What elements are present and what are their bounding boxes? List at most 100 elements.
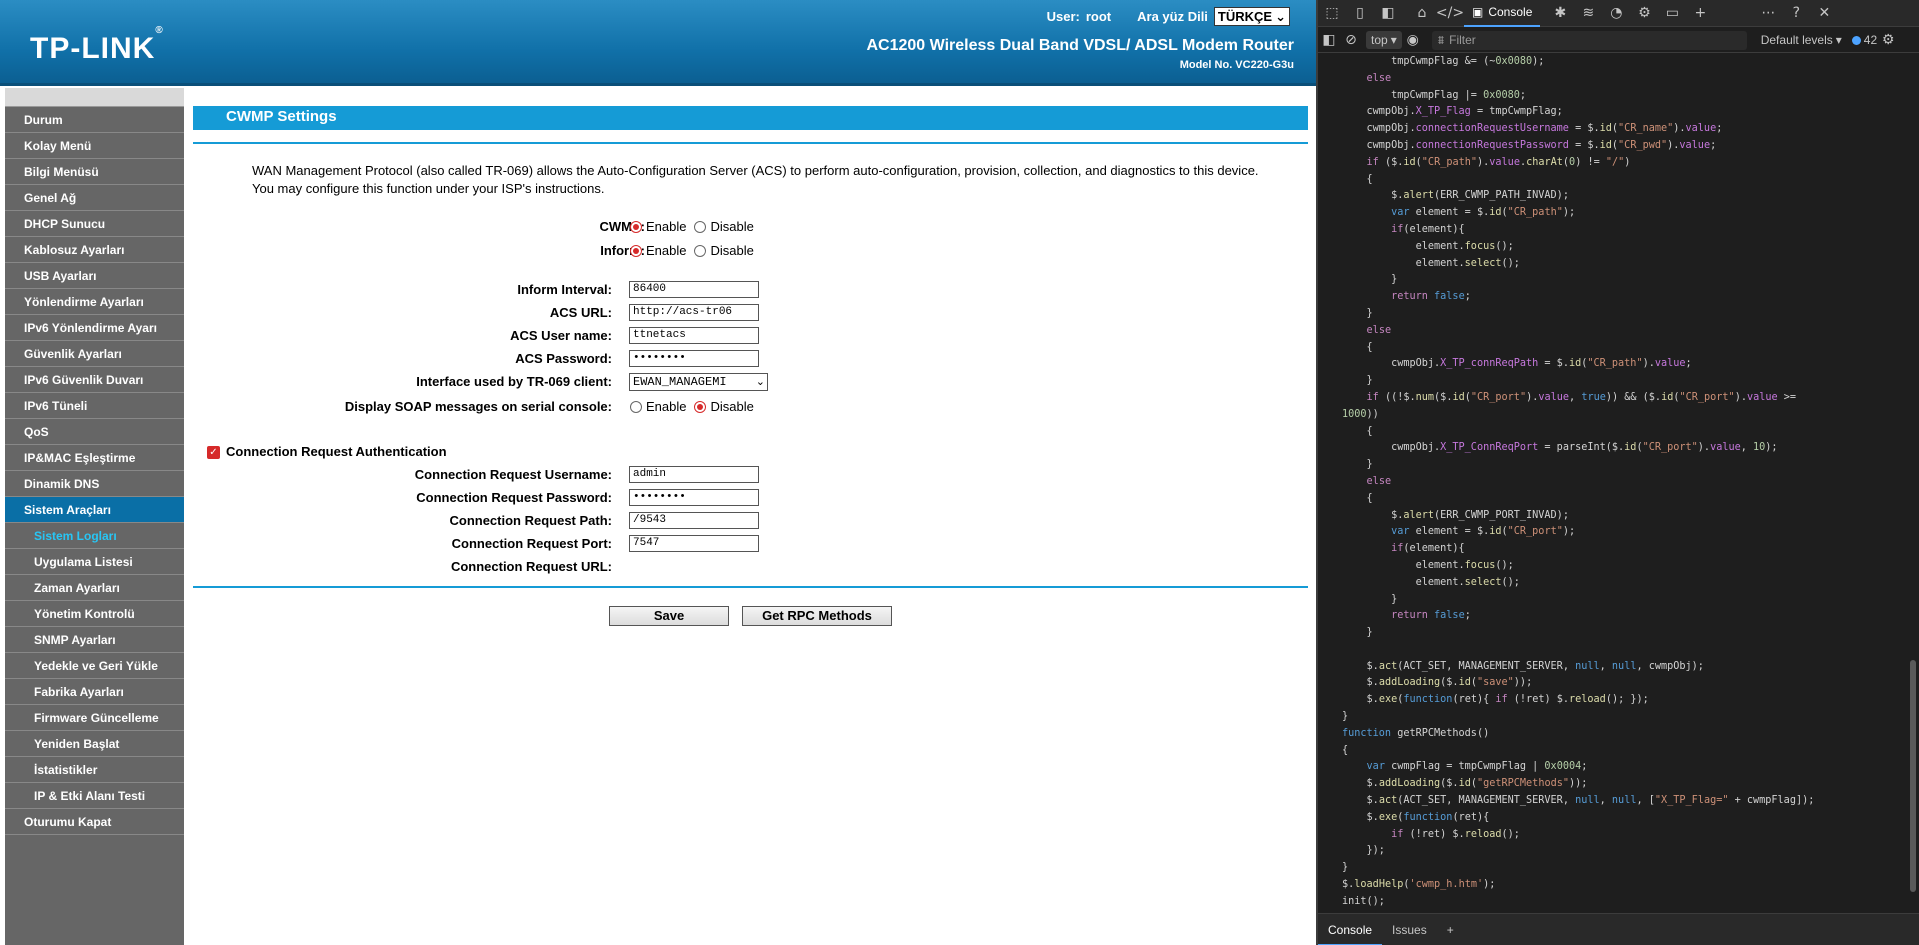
- drawer-tab-issues[interactable]: Issues: [1382, 914, 1437, 945]
- clear-console-icon[interactable]: ⊘: [1340, 27, 1362, 54]
- performance-icon[interactable]: ◔: [1602, 0, 1630, 27]
- acs-url-input[interactable]: http://acs-tr06: [629, 304, 759, 321]
- sidebar-item-ip-mac-esleştirme[interactable]: IP&MAC Eşleştirme: [5, 445, 184, 471]
- device-toolbar-icon[interactable]: ▯: [1346, 0, 1374, 27]
- console-scrollbar[interactable]: [1910, 660, 1916, 892]
- log-levels-select[interactable]: Default levels ▾: [1761, 33, 1842, 47]
- sidebar-item-uygulama-listesi[interactable]: Uygulama Listesi: [5, 549, 184, 575]
- cr-port-label: Connection Request Port:: [451, 536, 612, 551]
- context-select[interactable]: top ▾: [1366, 31, 1402, 49]
- acs-username-input[interactable]: ttnetacs: [629, 327, 759, 344]
- cr-password-label: Connection Request Password:: [416, 490, 612, 505]
- sidebar-item-yedekle-geri-yukle[interactable]: Yedekle ve Geri Yükle: [5, 653, 184, 679]
- sidebar-item-kablosuz-ayarlari[interactable]: Kablosuz Ayarları: [5, 237, 184, 263]
- inspect-element-icon[interactable]: ⬚: [1318, 0, 1346, 27]
- console-code-line: 1000)): [1342, 408, 1379, 420]
- console-code-line: }: [1342, 307, 1373, 319]
- console-code-line: return false;: [1391, 291, 1471, 303]
- sidebar-item-zaman-ayarlari[interactable]: Zaman Ayarları: [5, 575, 184, 601]
- sidebar-item-ipv6-guvenlik-duvari[interactable]: IPv6 Güvenlik Duvarı: [5, 367, 184, 393]
- dock-panel-icon[interactable]: ◧: [1374, 0, 1402, 27]
- console-code-line: }: [1342, 711, 1349, 723]
- cr-username-label: Connection Request Username:: [414, 467, 612, 482]
- inform-enable-radio[interactable]: [630, 244, 642, 257]
- console-code-line: $.addLoading($.id("save"));: [1342, 677, 1533, 689]
- sidebar-item-guvenlik-ayarlari[interactable]: Güvenlik Ayarları: [5, 341, 184, 367]
- console-code-line: }: [1342, 862, 1349, 874]
- console-code-line: init();: [1342, 895, 1385, 907]
- sidebar-item-sistem-loglari[interactable]: Sistem Logları: [5, 523, 184, 549]
- sidebar-item-dhcp-sunucu[interactable]: DHCP Sunucu: [5, 211, 184, 237]
- close-icon[interactable]: ✕: [1810, 0, 1838, 27]
- application-icon[interactable]: ▭: [1658, 0, 1686, 27]
- sidebar-item-yonlendirme-ayarlari[interactable]: Yönlendirme Ayarları: [5, 289, 184, 315]
- sidebar-item-firmware-guncelleme[interactable]: Firmware Güncelleme: [5, 705, 184, 731]
- issues-badge[interactable]: 42: [1851, 33, 1877, 47]
- cr-port-input[interactable]: 7547: [629, 535, 759, 552]
- inform-interval-input[interactable]: 86400: [629, 281, 759, 298]
- sidebar-item-snmp-ayarlari[interactable]: SNMP Ayarları: [5, 627, 184, 653]
- filter-input[interactable]: ⩩ Filter: [1431, 30, 1747, 50]
- sidebar-item-dinamik-dns[interactable]: Dinamik DNS: [5, 471, 184, 497]
- sidebar-item-ipv6-yonlendirme[interactable]: IPv6 Yönlendirme Ayarı: [5, 315, 184, 341]
- sidebar-item-oturumu-kapat[interactable]: Oturumu Kapat: [5, 809, 184, 835]
- cr-url-label: Connection Request URL:: [450, 559, 612, 574]
- save-button[interactable]: Save: [609, 606, 729, 626]
- title-divider: [193, 142, 1308, 144]
- cr-path-label: Connection Request Path:: [449, 513, 612, 528]
- console-code-line: cwmpObj.connectionRequestPassword = $.id…: [1342, 139, 1717, 151]
- sidebar-item-ipv6-tuneli[interactable]: IPv6 Tüneli: [5, 393, 184, 419]
- sidebar-item-genel-ag[interactable]: Genel Ağ: [5, 185, 184, 211]
- soap-radio-group: Enable Disable: [630, 399, 754, 414]
- network-icon[interactable]: ≋: [1574, 0, 1602, 27]
- chevron-down-icon: ▾: [1390, 33, 1397, 47]
- sidebar-item-ip-etki-alani-testi[interactable]: IP & Etki Alanı Testi: [5, 783, 184, 809]
- cwmp-radio-group: Enable Disable: [630, 219, 754, 234]
- drawer-tab-console[interactable]: Console: [1318, 914, 1383, 945]
- sidebar-item-kolay-menu[interactable]: Kolay Menü: [5, 133, 184, 159]
- live-expression-eye-icon[interactable]: ◉: [1402, 27, 1424, 54]
- cwmp-enable-radio[interactable]: [630, 220, 642, 233]
- tr069-interface-select[interactable]: EWAN_MANAGEMI ⌄: [629, 373, 768, 391]
- bug-icon[interactable]: ✱: [1546, 0, 1574, 27]
- console-code-line: }: [1342, 459, 1373, 471]
- elements-icon[interactable]: </>: [1436, 0, 1464, 27]
- console-code-line: element.select();: [1342, 576, 1520, 588]
- more-options-icon[interactable]: ⋯: [1754, 0, 1782, 27]
- cr-path-input[interactable]: /9543: [629, 512, 759, 529]
- cr-username-input[interactable]: admin: [629, 466, 759, 483]
- soap-disable-radio[interactable]: [694, 400, 707, 413]
- console-code-line: if ($.id("CR_path").value.charAt(0) != "…: [1366, 156, 1631, 168]
- sidebar-item-qos[interactable]: QoS: [5, 419, 184, 445]
- console-code-line: else: [1366, 324, 1392, 336]
- tab-console[interactable]: ▣ Console: [1464, 0, 1541, 27]
- get-rpc-methods-button[interactable]: Get RPC Methods: [742, 606, 892, 626]
- help-icon[interactable]: ?: [1782, 0, 1810, 27]
- language-select[interactable]: TÜRKÇE ⌄: [1213, 7, 1290, 26]
- console-code-line: cwmpObj.connectionRequestUsername = $.id…: [1342, 123, 1723, 135]
- sidebar-toggle-icon[interactable]: ◧: [1318, 27, 1340, 54]
- console-settings-icon[interactable]: ⚙: [1877, 27, 1899, 54]
- add-tab-icon[interactable]: +: [1686, 0, 1714, 27]
- sidebar-item-istatistikler[interactable]: İstatistikler: [5, 757, 184, 783]
- console-code-output: tmpCwmpFlag &= (~0x0080); else tmpCwmpFl…: [1342, 54, 1902, 912]
- home-icon[interactable]: ⌂: [1408, 0, 1436, 27]
- sidebar-item-durum[interactable]: Durum: [5, 107, 184, 133]
- cr-password-input[interactable]: ••••••••: [629, 489, 759, 506]
- drawer-add-tab-icon[interactable]: +: [1437, 914, 1464, 945]
- settings-gear-icon[interactable]: ⚙: [1630, 0, 1658, 27]
- console-code-line: $.act(ACT_SET, MANAGEMENT_SERVER, null, …: [1342, 795, 1815, 807]
- acs-password-input[interactable]: ••••••••: [629, 350, 759, 367]
- console-code-line: var cwmpFlag = tmpCwmpFlag | 0x0004;: [1366, 761, 1588, 773]
- soap-enable-radio[interactable]: [630, 400, 642, 413]
- sidebar-item-yonetim-kontrolu[interactable]: Yönetim Kontrolü: [5, 601, 184, 627]
- sidebar-item-yeniden-baslat[interactable]: Yeniden Başlat: [5, 731, 184, 757]
- inform-disable-radio[interactable]: [694, 244, 707, 257]
- sidebar-item-sistem-araclari[interactable]: Sistem Araçları: [5, 497, 184, 523]
- sidebar-item-fabrika-ayarlari[interactable]: Fabrika Ayarları: [5, 679, 184, 705]
- sidebar-item-bilgi-menusu[interactable]: Bilgi Menüsü: [5, 159, 184, 185]
- console-code-line: element.focus();: [1342, 240, 1514, 252]
- cwmp-disable-radio[interactable]: [694, 220, 707, 233]
- cra-checkbox[interactable]: ✓: [207, 446, 220, 459]
- sidebar-item-usb-ayarlari[interactable]: USB Ayarları: [5, 263, 184, 289]
